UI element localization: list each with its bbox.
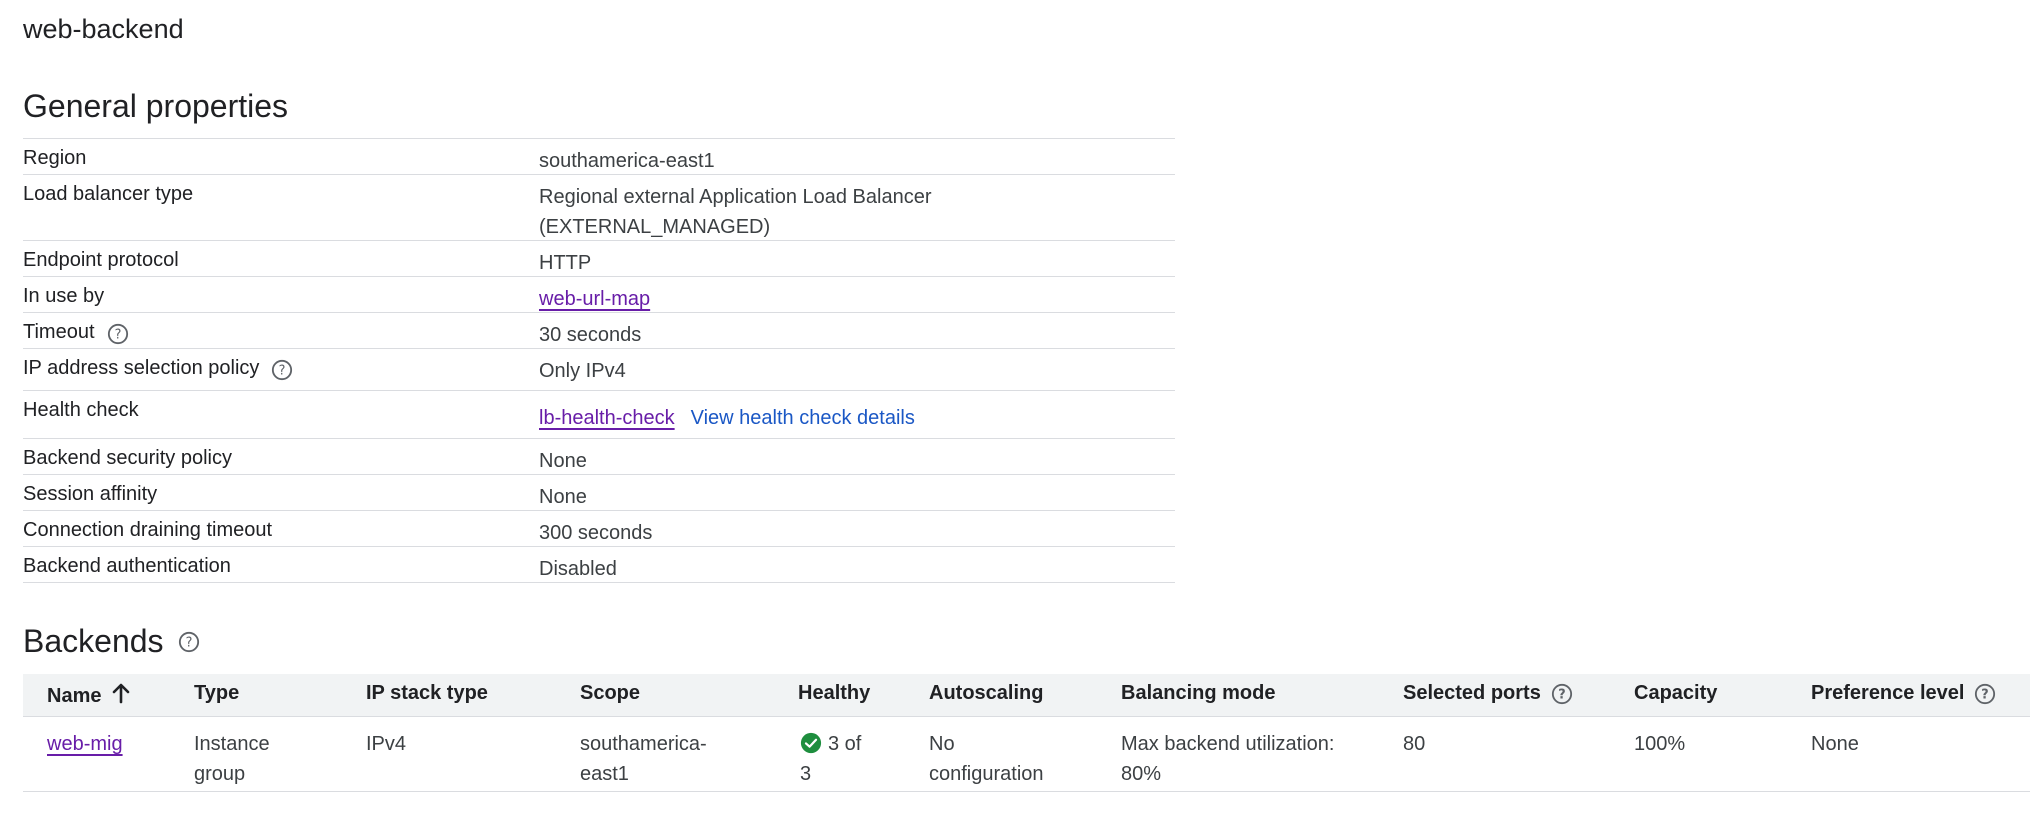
prop-value: None [539,486,587,508]
prop-row-ip-address-selection-policy: IP address selection policy ? Only IPv4 [23,349,1175,391]
backend-selected-ports-cell: 80 [1403,733,1426,755]
prop-value: lb-health-check View health check details [539,391,1175,438]
prop-row-endpoint-protocol: Endpoint protocol HTTP [23,241,1175,277]
prop-value: 300 seconds [539,522,653,544]
column-header-ip-stack-type[interactable]: IP stack type [366,682,488,705]
column-header-capacity[interactable]: Capacity [1634,682,1717,705]
prop-value: Regional external Application Load Balan… [539,186,932,238]
help-circle-icon[interactable]: ? [107,323,129,345]
prop-label: IP address selection policy ? [23,349,539,390]
prop-value: web-url-map [539,277,1175,312]
prop-row-load-balancer-type: Load balancer type Regional external App… [23,175,1175,241]
prop-row-backend-security-policy: Backend security policy None [23,439,1175,475]
arrow-up-icon [111,682,131,710]
column-header-name[interactable]: Name [47,682,131,710]
prop-label: Region [23,147,87,169]
table-row: web-mig Instance group IPv4 southamerica… [23,717,2030,792]
prop-value: Disabled [539,558,617,580]
backend-scope-cell: southamerica- east1 [580,733,707,785]
backend-autoscaling-cell: No configuration [929,733,1044,785]
general-properties-title: General properties [23,88,289,124]
backends-heading: Backends ? [23,623,200,660]
prop-value: None [539,450,587,472]
prop-label: Endpoint protocol [23,249,179,271]
general-properties-table: Region southamerica-east1 Load balancer … [23,138,1175,583]
prop-row-backend-authentication: Backend authentication Disabled [23,547,1175,583]
prop-value: HTTP [539,252,592,274]
svg-text:?: ? [185,635,192,650]
svg-text:?: ? [114,328,121,343]
svg-text:?: ? [1982,687,1989,702]
backend-preference-level-cell: None [1811,733,1859,755]
prop-row-region: Region southamerica-east1 [23,139,1175,175]
prop-label: Timeout ? [23,313,539,348]
prop-row-session-affinity: Session affinity None [23,475,1175,511]
backends-title: Backends [23,623,164,659]
prop-label: Session affinity [23,483,158,505]
prop-row-connection-draining-timeout: Connection draining timeout 300 seconds [23,511,1175,547]
help-circle-icon[interactable]: ? [178,631,200,653]
health-check-link[interactable]: lb-health-check [539,407,675,429]
url-map-link[interactable]: web-url-map [539,288,650,310]
prop-label: Backend authentication [23,555,231,577]
prop-row-in-use-by: In use by web-url-map [23,277,1175,313]
column-header-selected-ports[interactable]: Selected ports ? [1403,682,1573,705]
prop-label: In use by [23,285,105,307]
column-header-balancing-mode[interactable]: Balancing mode [1121,682,1275,705]
column-header-type[interactable]: Type [194,682,239,705]
prop-label: Backend security policy [23,447,232,469]
prop-row-timeout: Timeout ? 30 seconds [23,313,1175,349]
check-circle-icon [800,732,822,754]
prop-value: 30 seconds [539,324,642,346]
backend-ip-stack-cell: IPv4 [366,733,407,755]
backend-type-cell: Instance group [194,733,270,785]
column-header-preference-level[interactable]: Preference level ? [1811,682,1996,705]
prop-row-health-check: Health check lb-health-check View health … [23,391,1175,439]
prop-label: Connection draining timeout [23,519,273,541]
backend-name-cell: web-mig [47,729,123,759]
prop-label: Health check [23,399,139,421]
general-properties-heading: General properties [23,88,288,125]
column-header-scope[interactable]: Scope [580,682,640,705]
backends-table-header: Name Type IP stack type Scope Healthy Au… [23,674,2030,717]
backend-healthy-cell: 3 of 3 [800,732,862,785]
prop-label: Load balancer type [23,183,194,205]
help-circle-icon[interactable]: ? [1974,683,1996,705]
svg-text:?: ? [279,364,286,379]
view-health-check-details-link[interactable]: View health check details [691,407,915,429]
page-title: web-backend [23,14,184,44]
column-header-healthy[interactable]: Healthy [798,682,870,705]
backend-balancing-mode-cell: Max backend utilization: 80% [1121,733,1335,785]
column-header-autoscaling[interactable]: Autoscaling [929,682,1043,705]
prop-value: Only IPv4 [539,360,626,382]
help-circle-icon[interactable]: ? [271,359,293,381]
backends-table: Name Type IP stack type Scope Healthy Au… [23,674,2030,792]
backend-name-link[interactable]: web-mig [47,733,123,755]
help-circle-icon[interactable]: ? [1551,683,1573,705]
svg-text:?: ? [1558,687,1565,702]
backend-capacity-cell: 100% [1634,733,1686,755]
prop-value: southamerica-east1 [539,150,715,172]
